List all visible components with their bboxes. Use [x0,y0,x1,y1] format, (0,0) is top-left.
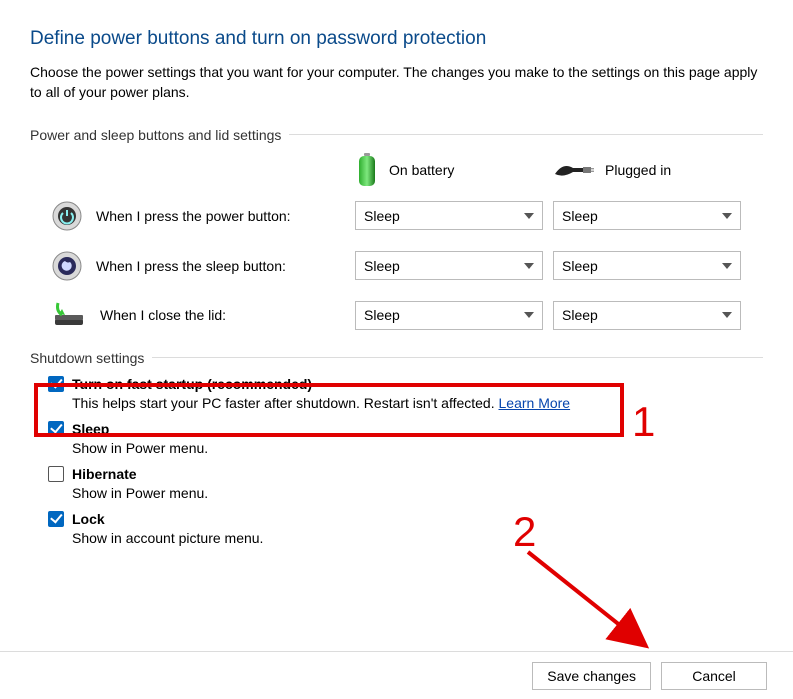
column-header-plugged-label: Plugged in [605,162,671,178]
shutdown-section-heading: Shutdown settings [30,350,763,366]
buttons-section-heading-text: Power and sleep buttons and lid settings [30,127,281,143]
shutdown-section-heading-text: Shutdown settings [30,350,144,366]
fast-startup-desc: This helps start your PC faster after sh… [72,395,495,411]
column-header-battery: On battery [355,153,553,187]
lid-close-icon [52,301,86,329]
sleep-button-icon [52,251,82,281]
footer-bar: Save changes Cancel [0,651,793,699]
annotation-number-1: 1 [632,398,655,446]
sleep-checkbox[interactable] [48,421,64,437]
row-label-sleep: When I press the sleep button: [96,258,286,274]
page-description: Choose the power settings that you want … [30,62,763,103]
column-header-plugged: Plugged in [553,160,751,180]
power-button-plugged-select[interactable]: Sleep [553,201,741,230]
lock-checkbox[interactable] [48,511,64,527]
save-button[interactable]: Save changes [532,662,651,690]
hibernate-desc: Show in Power menu. [72,485,763,501]
lid-battery-select[interactable]: Sleep [355,301,543,330]
sleep-button-battery-select[interactable]: Sleep [355,251,543,280]
buttons-section-heading: Power and sleep buttons and lid settings [30,127,763,143]
lock-label: Lock [72,511,105,527]
battery-icon [355,153,379,187]
annotation-number-2: 2 [513,508,536,556]
lock-desc: Show in account picture menu. [72,530,763,546]
learn-more-link[interactable]: Learn More [499,395,571,411]
fast-startup-label: Turn on fast startup (recommended) [72,376,312,392]
annotation-arrow [520,548,680,658]
power-button-icon [52,201,82,231]
row-label-lid: When I close the lid: [100,307,226,323]
sleep-desc: Show in Power menu. [72,440,763,456]
cancel-button[interactable]: Cancel [661,662,767,690]
plug-icon [553,160,595,180]
row-label-power: When I press the power button: [96,208,291,224]
power-button-battery-select[interactable]: Sleep [355,201,543,230]
hibernate-label: Hibernate [72,466,137,482]
column-header-battery-label: On battery [389,162,454,178]
page-title: Define power buttons and turn on passwor… [30,28,763,50]
lid-plugged-select[interactable]: Sleep [553,301,741,330]
sleep-button-plugged-select[interactable]: Sleep [553,251,741,280]
fast-startup-checkbox[interactable] [48,376,64,392]
hibernate-checkbox[interactable] [48,466,64,482]
sleep-label: Sleep [72,421,109,437]
